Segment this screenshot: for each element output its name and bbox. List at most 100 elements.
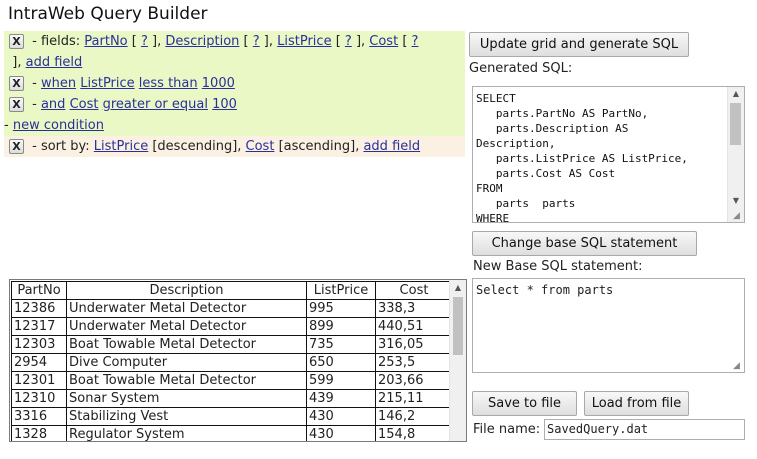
table-cell: Underwater Metal Detector: [66, 299, 307, 318]
table-cell: 430: [306, 407, 376, 426]
table-row[interactable]: 1328 Regulator System 430 154,8: [11, 425, 453, 441]
field-q-listprice[interactable]: ?: [345, 34, 352, 49]
table-cell: 599: [306, 371, 376, 390]
add-field-link[interactable]: add field: [26, 55, 83, 70]
column-header[interactable]: Description: [66, 281, 307, 300]
condition-value[interactable]: 1000: [202, 76, 235, 91]
table-header-row: PartNo Description ListPrice Cost: [11, 281, 453, 300]
table-cell: 154,8: [375, 425, 453, 441]
table-row[interactable]: 12317 Underwater Metal Detector 899 440,51: [11, 317, 453, 336]
field-link-cost[interactable]: Cost: [369, 34, 398, 49]
table-cell: 440,51: [375, 317, 453, 336]
generated-sql-textarea[interactable]: SELECT parts.PartNo AS PartNo, parts.Des…: [472, 86, 745, 223]
new-condition-row: - new condition: [4, 115, 465, 136]
resize-grip-icon[interactable]: ◢: [733, 211, 743, 221]
condition-conjunction[interactable]: and: [41, 97, 65, 112]
sql-scrollbar[interactable]: ▲ ▼: [727, 87, 744, 222]
save-to-file-button[interactable]: Save to file: [472, 391, 577, 416]
table-cell: 899: [306, 317, 376, 336]
new-base-sql-label: New Base SQL statement:: [473, 259, 643, 274]
base-sql-textarea[interactable]: Select * from parts ◢: [472, 278, 745, 373]
sort-field-cost[interactable]: Cost: [246, 139, 275, 154]
sort-field-listprice[interactable]: ListPrice: [94, 139, 148, 154]
condition-operator[interactable]: greater or equal: [103, 97, 208, 112]
table-cell: 1328: [11, 425, 67, 441]
table-row[interactable]: 12310 Sonar System 439 215,11: [11, 389, 453, 408]
table-cell: 735: [306, 335, 376, 354]
remove-sort-button[interactable]: X: [9, 139, 24, 154]
load-from-file-button[interactable]: Load from file: [584, 391, 689, 416]
query-builder-panel: X - fields: PartNo [ ? ], Description [ …: [4, 31, 465, 157]
sort-prefix: - sort by:: [28, 139, 94, 154]
fields-row-continuation: ],: [4, 55, 22, 70]
column-header[interactable]: PartNo: [11, 281, 67, 300]
condition-field[interactable]: Cost: [70, 97, 99, 112]
table-row[interactable]: 2954 Dive Computer 650 253,5: [11, 353, 453, 372]
table-row[interactable]: 12386 Underwater Metal Detector 995 338,3: [11, 299, 453, 318]
condition-conjunction[interactable]: when: [41, 76, 76, 91]
table-cell: 338,3: [375, 299, 453, 318]
table-cell: 215,11: [375, 389, 453, 408]
table-cell: Stabilizing Vest: [66, 407, 307, 426]
table-row[interactable]: 12303 Boat Towable Metal Detector 735 316,0…: [11, 335, 453, 354]
condition-row: X - when ListPrice less than 1000: [4, 73, 465, 94]
change-base-sql-button[interactable]: Change base SQL statement: [472, 231, 697, 256]
sort-add-field-link[interactable]: add field: [363, 139, 420, 154]
scroll-thumb[interactable]: [453, 297, 463, 355]
table-cell: 316,05: [375, 335, 453, 354]
remove-condition-button[interactable]: X: [9, 97, 24, 112]
sort-row: X - sort by: ListPrice [descending], Cos…: [4, 136, 465, 157]
column-header[interactable]: Cost: [375, 281, 453, 300]
new-condition-link[interactable]: new condition: [13, 118, 104, 133]
file-name-label: File name:: [473, 422, 541, 437]
table-cell: Boat Towable Metal Detector: [66, 371, 307, 390]
table-cell: 995: [306, 299, 376, 318]
table-cell: 12303: [11, 335, 67, 354]
generated-sql-label: Generated SQL:: [469, 61, 573, 76]
table-cell: Dive Computer: [66, 353, 307, 372]
field-link-description[interactable]: Description: [165, 34, 239, 49]
remove-condition-button[interactable]: X: [9, 76, 24, 91]
resize-grip-icon[interactable]: ◢: [733, 361, 743, 371]
table-cell: 12386: [11, 299, 67, 318]
table-cell: Sonar System: [66, 389, 307, 408]
page-title: IntraWeb Query Builder: [8, 4, 208, 24]
table-cell: 439: [306, 389, 376, 408]
table-cell: 203,66: [375, 371, 453, 390]
scroll-down-icon[interactable]: ▼: [728, 194, 744, 208]
generated-sql-text: SELECT parts.PartNo AS PartNo, parts.Des…: [476, 92, 688, 223]
table-cell: Underwater Metal Detector: [66, 317, 307, 336]
field-link-partno[interactable]: PartNo: [84, 34, 127, 49]
field-link-listprice[interactable]: ListPrice: [277, 34, 331, 49]
update-grid-button[interactable]: Update grid and generate SQL: [469, 32, 689, 57]
condition-value[interactable]: 100: [212, 97, 237, 112]
table-row[interactable]: 3316 Stabilizing Vest 430 146,2: [11, 407, 453, 426]
sort-direction: [ascending]: [278, 139, 356, 154]
table-cell: 430: [306, 425, 376, 441]
table-cell: 12310: [11, 389, 67, 408]
table-row[interactable]: 12301 Boat Towable Metal Detector 599 203,6…: [11, 371, 453, 390]
condition-operator[interactable]: less than: [139, 76, 198, 91]
file-name-input[interactable]: SavedQuery.dat: [544, 419, 745, 440]
column-header[interactable]: ListPrice: [306, 281, 376, 300]
results-grid: PartNo Description ListPrice Cost 12386 U…: [9, 279, 467, 442]
sort-direction: [descending]: [152, 139, 238, 154]
field-q-partno[interactable]: ?: [141, 34, 148, 49]
base-sql-text: Select * from parts: [476, 283, 614, 297]
table-cell: 2954: [11, 353, 67, 372]
fields-prefix: - fields:: [28, 34, 85, 49]
condition-row: X - and Cost greater or equal 100: [4, 94, 465, 115]
field-q-cost[interactable]: ?: [412, 34, 419, 49]
field-q-description[interactable]: ?: [253, 34, 260, 49]
scroll-thumb[interactable]: [730, 103, 741, 145]
grid-scrollbar[interactable]: ▲: [449, 280, 466, 441]
table-cell: Boat Towable Metal Detector: [66, 335, 307, 354]
table-cell: 146,2: [375, 407, 453, 426]
table-cell: 3316: [11, 407, 67, 426]
remove-fields-button[interactable]: X: [9, 34, 24, 49]
scroll-up-icon[interactable]: ▲: [728, 87, 744, 101]
condition-field[interactable]: ListPrice: [80, 76, 134, 91]
scroll-up-icon[interactable]: ▲: [450, 280, 466, 296]
table-cell: 12301: [11, 371, 67, 390]
table-cell: Regulator System: [66, 425, 307, 441]
